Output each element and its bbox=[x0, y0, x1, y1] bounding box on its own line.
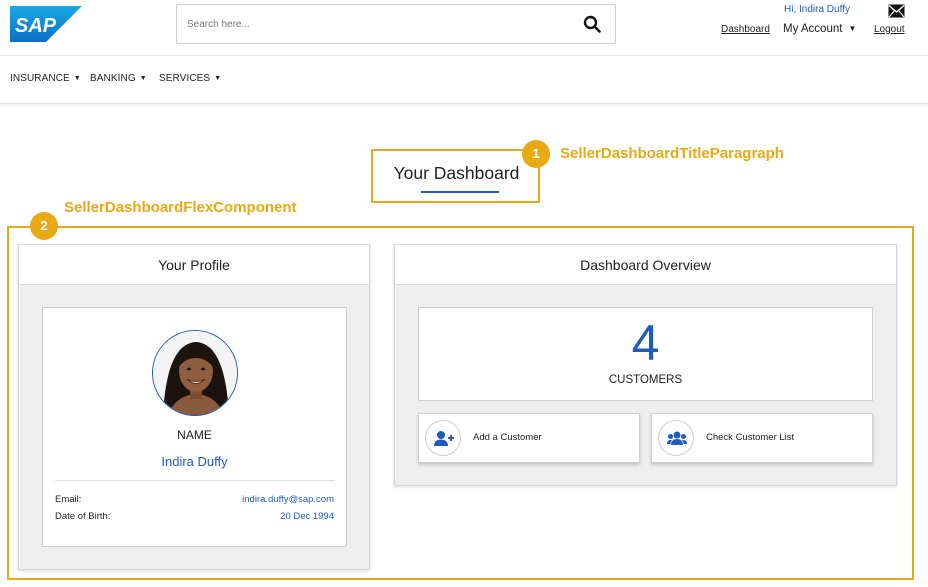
profile-card: Your Profile NAME Indira Duffy Email: in… bbox=[18, 244, 370, 570]
page-title: Your Dashboard bbox=[393, 163, 520, 183]
nav-item-label: INSURANCE bbox=[10, 73, 70, 84]
title-underline bbox=[421, 191, 499, 193]
profile-card-title: Your Profile bbox=[19, 245, 369, 285]
chevron-down-icon: ▼ bbox=[214, 75, 222, 82]
customer-count: 4 bbox=[631, 315, 660, 371]
annotation-badge-2: 2 bbox=[30, 212, 58, 240]
search-input[interactable] bbox=[187, 5, 567, 43]
name-label: NAME bbox=[177, 428, 212, 442]
main-nav: INSURANCE ▼ BANKING ▼ SERVICES ▼ bbox=[0, 56, 928, 104]
check-customer-list-label: Check Customer List bbox=[706, 432, 795, 443]
nav-item-label: BANKING bbox=[90, 73, 136, 84]
logout-link[interactable]: Logout bbox=[874, 24, 905, 35]
page: SAP Hi, Indira Duffy Dashboard My Accoun… bbox=[0, 0, 928, 587]
nav-item-services[interactable]: SERVICES ▼ bbox=[159, 73, 221, 84]
dob-label: Date of Birth: bbox=[55, 511, 111, 522]
mail-icon[interactable] bbox=[888, 4, 905, 18]
title-annotation-box: Your Dashboard bbox=[371, 149, 540, 203]
nav-item-insurance[interactable]: INSURANCE ▼ bbox=[10, 73, 81, 84]
my-account-menu[interactable]: My Account ▼ bbox=[783, 23, 856, 35]
header: SAP Hi, Indira Duffy Dashboard My Accoun… bbox=[0, 0, 928, 56]
chevron-down-icon: ▼ bbox=[139, 75, 147, 82]
add-customer-button[interactable]: Add a Customer bbox=[418, 413, 640, 463]
check-customer-list-button[interactable]: Check Customer List bbox=[651, 413, 873, 463]
add-customer-label: Add a Customer bbox=[473, 432, 542, 443]
customer-count-label: CUSTOMERS bbox=[608, 374, 683, 386]
dashboard-link[interactable]: Dashboard bbox=[721, 24, 770, 35]
email-label: Email: bbox=[55, 494, 82, 505]
annotation-label-2: SellerDashboardFlexComponent bbox=[64, 199, 297, 216]
users-icon-wrap bbox=[658, 420, 694, 456]
nav-item-label: SERVICES bbox=[159, 73, 211, 84]
annotation-badge-1: 1 bbox=[522, 140, 550, 168]
search-box bbox=[176, 4, 616, 44]
nav-item-banking[interactable]: BANKING ▼ bbox=[90, 73, 147, 84]
search-icon[interactable] bbox=[583, 15, 601, 33]
user-greeting: Hi, Indira Duffy bbox=[784, 4, 850, 15]
customers-summary: 4 CUSTOMERS bbox=[418, 307, 873, 401]
profile-details: NAME Indira Duffy Email: indira.duffy@sa… bbox=[42, 307, 347, 547]
overview-card-title: Dashboard Overview bbox=[395, 245, 896, 285]
add-user-icon bbox=[434, 431, 454, 446]
dob-value: 20 Dec 1994 bbox=[280, 511, 334, 522]
add-user-icon-wrap bbox=[425, 420, 461, 456]
avatar bbox=[152, 330, 238, 416]
profile-divider bbox=[55, 480, 335, 481]
sap-logo[interactable]: SAP bbox=[10, 6, 82, 42]
users-icon bbox=[667, 431, 687, 445]
sap-logo-text: SAP bbox=[15, 15, 57, 37]
my-account-label: My Account bbox=[783, 23, 843, 35]
name-value: Indira Duffy bbox=[161, 454, 228, 469]
overview-card: Dashboard Overview 4 CUSTOMERS Add a Cus… bbox=[394, 244, 897, 486]
chevron-down-icon: ▼ bbox=[73, 75, 81, 82]
email-value: indira.duffy@sap.com bbox=[242, 494, 334, 505]
annotation-label-1: SellerDashboardTitleParagraph bbox=[560, 145, 784, 162]
chevron-down-icon: ▼ bbox=[848, 24, 857, 33]
